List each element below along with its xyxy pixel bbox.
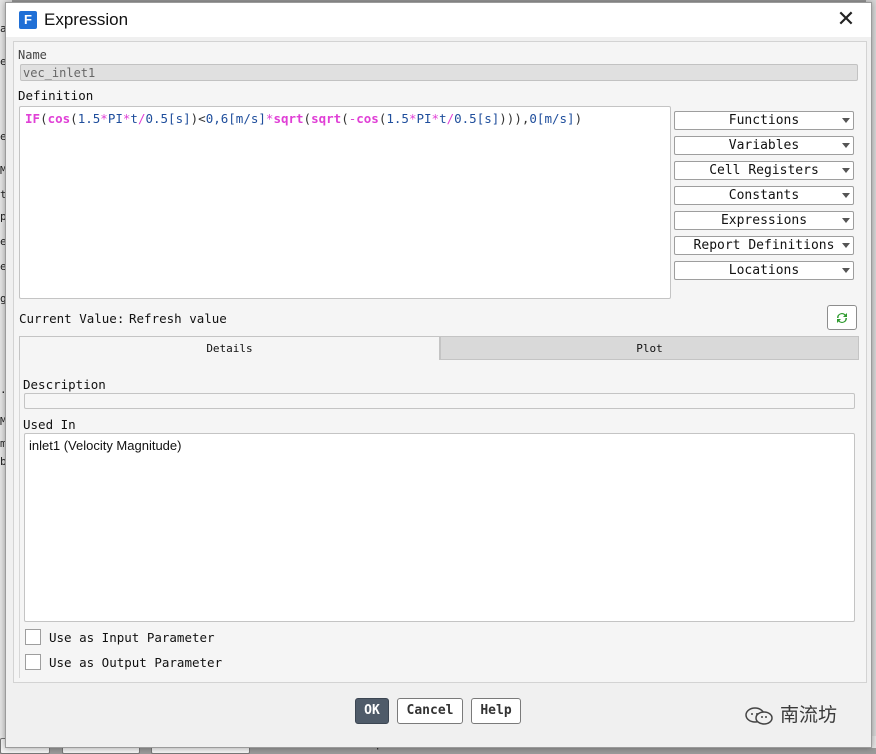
expression-token: ))), bbox=[499, 111, 530, 126]
watermark: 南流坊 bbox=[744, 700, 837, 727]
expression-token: 1.5 bbox=[77, 111, 101, 126]
definition-editor[interactable]: IF(cos(1.5*PI*t/0.5[s])<0,6[m/s]*sqrt(sq… bbox=[19, 106, 671, 299]
tab-plot[interactable]: Plot bbox=[440, 336, 859, 360]
expression-panel: Name vec_inlet1 Definition IF(cos(1.5*PI… bbox=[13, 41, 867, 683]
dropdown-label: Variables bbox=[728, 138, 800, 153]
expression-token: PI bbox=[416, 111, 432, 126]
dropdown-label: Locations bbox=[728, 263, 800, 278]
used-in-list[interactable]: inlet1 (Velocity Magnitude) bbox=[24, 433, 855, 622]
definition-label: Definition bbox=[18, 88, 94, 103]
current-value: Refresh value bbox=[129, 311, 227, 326]
dropdown-label: Expressions bbox=[720, 213, 808, 228]
description-label: Description bbox=[23, 377, 106, 392]
cancel-button[interactable]: Cancel bbox=[397, 698, 463, 724]
expression-token: cos bbox=[47, 111, 71, 126]
expression-token: sqrt bbox=[311, 111, 342, 126]
expression-token: sqrt bbox=[273, 111, 304, 126]
ok-button[interactable]: OK bbox=[355, 698, 389, 724]
use-as-output-checkbox[interactable] bbox=[25, 654, 41, 670]
expression-token: ( bbox=[303, 111, 312, 126]
refresh-button[interactable] bbox=[827, 305, 857, 330]
expression-token: PI bbox=[107, 111, 123, 126]
expressions-dropdown[interactable]: Expressions bbox=[674, 211, 854, 230]
dropdown-label: Functions bbox=[728, 113, 800, 128]
variables-dropdown[interactable]: Variables bbox=[674, 136, 854, 155]
expression-token: 0.5 bbox=[145, 111, 169, 126]
title-bar: F Expression ✕ bbox=[6, 3, 871, 37]
expression-token: 0,6 bbox=[205, 111, 229, 126]
expression-token: * bbox=[431, 111, 440, 126]
expression-token: 0 bbox=[529, 111, 537, 126]
chevron-down-icon bbox=[842, 268, 850, 273]
dialog-title: Expression bbox=[44, 10, 129, 29]
cell-registers-dropdown[interactable]: Cell Registers bbox=[674, 161, 854, 180]
definition-expression: IF(cos(1.5*PI*t/0.5[s])<0,6[m/s]*sqrt(sq… bbox=[25, 111, 582, 126]
expression-token: [m/s] bbox=[228, 111, 266, 126]
expression-token: IF bbox=[25, 111, 41, 126]
expression-token: ( bbox=[40, 111, 48, 126]
expression-token: / bbox=[446, 111, 455, 126]
current-value-label: Current Value: bbox=[19, 311, 125, 326]
name-field[interactable]: vec_inlet1 bbox=[20, 64, 858, 81]
name-label: Name bbox=[18, 48, 47, 62]
expression-token: t bbox=[130, 111, 138, 126]
expression-token: [s] bbox=[476, 111, 500, 126]
close-icon[interactable]: ✕ bbox=[835, 9, 857, 31]
constants-dropdown[interactable]: Constants bbox=[674, 186, 854, 205]
expression-token: t bbox=[439, 111, 447, 126]
tab-details[interactable]: Details bbox=[19, 336, 440, 360]
fluent-app-icon: F bbox=[19, 11, 37, 29]
expression-dialog: F Expression ✕ Name vec_inlet1 Definitio… bbox=[5, 2, 872, 748]
expression-token: cos bbox=[356, 111, 379, 126]
use-as-output-label: Use as Output Parameter bbox=[49, 655, 223, 670]
chevron-down-icon bbox=[842, 168, 850, 173]
dropdown-label: Cell Registers bbox=[709, 163, 819, 178]
expression-token: 0.5 bbox=[454, 111, 477, 126]
expression-token: < bbox=[198, 111, 206, 126]
expression-token: ) bbox=[574, 111, 583, 126]
report-definitions-dropdown[interactable]: Report Definitions bbox=[674, 236, 854, 255]
description-field[interactable] bbox=[24, 393, 855, 409]
locations-dropdown[interactable]: Locations bbox=[674, 261, 854, 280]
dropdown-label: Report Definitions bbox=[693, 238, 835, 253]
functions-dropdown[interactable]: Functions bbox=[674, 111, 854, 130]
chevron-down-icon bbox=[842, 118, 850, 123]
use-as-input-checkbox[interactable] bbox=[25, 629, 41, 645]
use-as-input-label: Use as Input Parameter bbox=[49, 630, 215, 645]
wechat-icon bbox=[745, 706, 773, 725]
chevron-down-icon bbox=[842, 143, 850, 148]
expression-token: [s] bbox=[168, 111, 191, 126]
expression-token: [m/s] bbox=[536, 111, 575, 126]
refresh-icon bbox=[837, 313, 847, 323]
dropdown-label: Constants bbox=[728, 188, 800, 203]
list-item[interactable]: inlet1 (Velocity Magnitude) bbox=[29, 438, 181, 453]
chevron-down-icon bbox=[842, 218, 850, 223]
watermark-text: 南流坊 bbox=[780, 704, 838, 726]
expression-token: ( bbox=[341, 111, 349, 126]
expression-token: ( bbox=[70, 111, 78, 126]
expression-token: 1.5 bbox=[386, 111, 409, 126]
used-in-label: Used In bbox=[23, 417, 76, 432]
chevron-down-icon bbox=[842, 243, 850, 248]
help-button[interactable]: Help bbox=[471, 698, 521, 724]
expression-token: * bbox=[100, 111, 108, 126]
chevron-down-icon bbox=[842, 193, 850, 198]
